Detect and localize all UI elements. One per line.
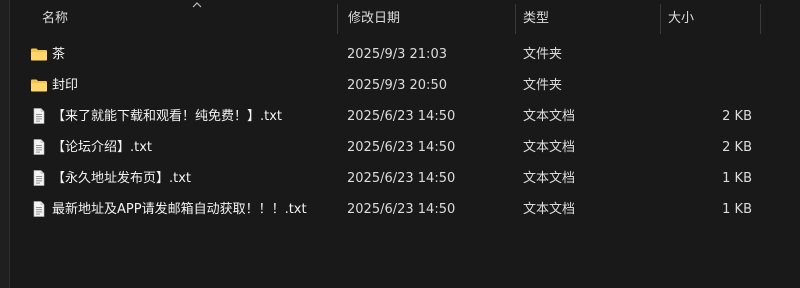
- file-type: 文本文档: [523, 140, 576, 155]
- file-name: 封印: [52, 78, 79, 93]
- file-type: 文本文档: [523, 202, 576, 217]
- file-row[interactable]: 茶 2025/9/3 21:03 文件夹: [10, 39, 800, 70]
- navigation-pane-edge: [0, 0, 10, 288]
- file-name: 【论坛介绍】.txt: [52, 140, 153, 155]
- column-divider[interactable]: [337, 4, 338, 34]
- file-name: 【永久地址发布页】.txt: [52, 171, 192, 186]
- file-date: 2025/6/23 14:50: [347, 140, 456, 155]
- file-size: 1 KB: [722, 202, 752, 217]
- file-row[interactable]: 【永久地址发布页】.txt 2025/6/23 14:50 文本文档 1 KB: [10, 163, 800, 194]
- file-type: 文件夹: [523, 78, 563, 93]
- text-file-icon: [30, 139, 48, 155]
- file-list: 茶 2025/9/3 21:03 文件夹 封印 2025/9/3 20:50 文件夹 【来了…: [10, 39, 800, 225]
- text-file-icon: [30, 170, 48, 186]
- column-header-date[interactable]: 修改日期: [340, 0, 515, 38]
- file-name: 茶: [52, 47, 66, 62]
- text-file-icon: [30, 201, 48, 217]
- file-name: 最新地址及APP请发邮箱自动获取！！！.txt: [52, 202, 307, 217]
- column-header-name[interactable]: 名称: [34, 0, 337, 38]
- text-file-icon: [30, 108, 48, 124]
- file-date: 2025/9/3 20:50: [347, 78, 447, 93]
- folder-icon: [30, 77, 48, 93]
- column-header-size[interactable]: 大小: [660, 0, 760, 38]
- column-header-type[interactable]: 类型: [515, 0, 659, 38]
- file-date: 2025/6/23 14:50: [347, 109, 456, 124]
- file-size: [660, 70, 752, 101]
- file-date: 2025/6/23 14:50: [347, 202, 456, 217]
- column-divider[interactable]: [760, 4, 761, 34]
- file-size: [660, 39, 752, 70]
- file-name: 【来了就能下载和观看！纯免费！】.txt: [52, 109, 283, 124]
- file-size: 1 KB: [722, 171, 752, 186]
- file-date: 2025/6/23 14:50: [347, 171, 456, 186]
- file-type: 文本文档: [523, 171, 576, 186]
- column-header-bar: 名称 修改日期 类型 大小: [10, 0, 800, 38]
- file-row[interactable]: 封印 2025/9/3 20:50 文件夹: [10, 70, 800, 101]
- file-type: 文本文档: [523, 109, 576, 124]
- file-row[interactable]: 【来了就能下载和观看！纯免费！】.txt 2025/6/23 14:50 文本文档 2…: [10, 101, 800, 132]
- file-size: 2 KB: [722, 140, 752, 155]
- file-size: 2 KB: [722, 109, 752, 124]
- file-explorer: 名称 修改日期 类型 大小 茶 2025/9/3 21:03 文件夹 封印 2025/9…: [0, 0, 800, 288]
- file-type: 文件夹: [523, 47, 563, 62]
- file-row[interactable]: 【论坛介绍】.txt 2025/6/23 14:50 文本文档 2 KB: [10, 132, 800, 163]
- file-row[interactable]: 最新地址及APP请发邮箱自动获取！！！.txt 2025/6/23 14:50 文本…: [10, 194, 800, 225]
- folder-icon: [30, 46, 48, 62]
- file-date: 2025/9/3 21:03: [347, 47, 447, 62]
